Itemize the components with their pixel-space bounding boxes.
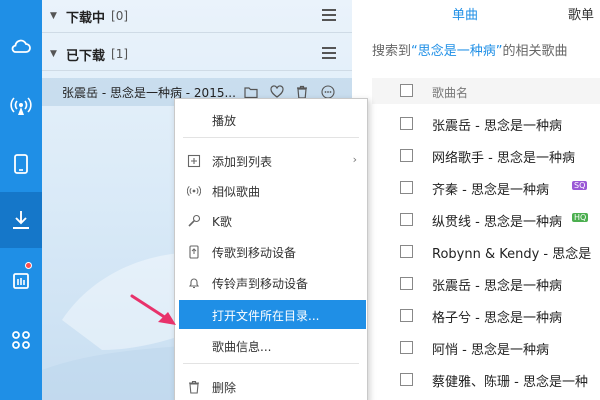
downloading-section-header[interactable]: ▼ 下载中 [0]: [42, 0, 352, 32]
add-box-icon: [187, 154, 201, 168]
microphone-icon: [188, 214, 201, 227]
quality-badge: SQ: [572, 181, 588, 190]
menu-item-label: 相似歌曲: [212, 185, 261, 199]
downloading-title: 下载中: [66, 10, 106, 26]
radio-icon[interactable]: [0, 252, 42, 308]
menu-item[interactable]: 相似歌曲: [175, 176, 367, 205]
grid-apps-icon[interactable]: [0, 312, 42, 368]
menu-item-label: 添加到列表: [212, 155, 273, 169]
more-options-icon[interactable]: [321, 85, 335, 99]
column-header-song-name: 歌曲名: [432, 86, 469, 100]
menu-item-label: K歌: [212, 215, 232, 229]
left-nav-rail: [0, 0, 42, 400]
menu-item-label: 传铃声到移动设备: [212, 277, 309, 291]
chevron-down-icon: ▼: [50, 11, 57, 21]
tab-songs[interactable]: 单曲: [452, 4, 478, 23]
song-checkbox[interactable]: [400, 373, 413, 386]
menu-item-label: 歌曲信息...: [212, 340, 272, 354]
menu-item[interactable]: K歌: [175, 206, 367, 235]
chevron-down-icon: ▼: [50, 49, 57, 59]
song-title: 纵贯线 - 思念是一种病: [432, 215, 562, 230]
trash-icon[interactable]: [295, 85, 309, 99]
song-checkbox[interactable]: [400, 181, 413, 194]
folder-icon[interactable]: [244, 85, 258, 99]
divider: [42, 32, 352, 33]
downloading-count: [0]: [111, 9, 129, 23]
device-upload-icon: [189, 245, 199, 259]
menu-item-label: 传歌到移动设备: [212, 246, 297, 260]
chevron-right-icon: ›: [352, 153, 357, 166]
song-checkbox[interactable]: [400, 213, 413, 226]
song-row[interactable]: 格子兮 - 思念是一种病: [372, 299, 600, 331]
song-title: 阿悄 - 思念是一种病: [432, 343, 549, 358]
song-title: 格子兮 - 思念是一种病: [432, 311, 562, 326]
song-row[interactable]: Robynn & Kendy - 思念是: [372, 235, 600, 267]
divider: [42, 70, 352, 71]
search-results-panel: 单曲 歌单 搜索到“思念是一种病”的相关歌曲 歌曲名 张震岳 - 思念是一种病网…: [352, 0, 600, 400]
song-row[interactable]: 蔡健雅、陈珊 - 思念是一种: [372, 363, 600, 395]
trash-icon: [189, 380, 199, 394]
phone-device-icon[interactable]: [0, 136, 42, 192]
song-checkbox[interactable]: [400, 117, 413, 130]
menu-item-label: 删除: [212, 381, 237, 395]
pointer-arrow-icon: [130, 294, 176, 325]
broadcast-icon[interactable]: [0, 78, 42, 134]
song-title: 齐秦 - 思念是一种病: [432, 183, 549, 198]
search-result-prefix: 搜索到: [372, 44, 412, 59]
song-checkbox[interactable]: [400, 309, 413, 322]
hamburger-menu-icon[interactable]: [322, 9, 336, 21]
select-all-checkbox[interactable]: [400, 84, 413, 97]
menu-item[interactable]: 添加到列表 ›: [175, 146, 367, 175]
search-keyword: “思念是一种病”: [411, 44, 503, 59]
song-row[interactable]: 张震岳 - 思念是一种病: [372, 267, 600, 299]
song-row[interactable]: 齐秦 - 思念是一种病 SQ: [372, 171, 600, 203]
tab-playlists[interactable]: 歌单: [568, 4, 594, 23]
menu-item[interactable]: 传铃声到移动设备: [175, 268, 367, 297]
search-result-summary: 搜索到“思念是一种病”的相关歌曲: [372, 40, 568, 59]
menu-item[interactable]: 传歌到移动设备: [175, 237, 367, 266]
radio-waves-icon: [187, 185, 201, 197]
song-row[interactable]: 纵贯线 - 思念是一种病 HQ: [372, 203, 600, 235]
download-icon[interactable]: [0, 192, 42, 248]
menu-item[interactable]: 删除: [175, 372, 367, 400]
song-checkbox[interactable]: [400, 277, 413, 290]
song-title: 张震岳 - 思念是一种病: [432, 119, 562, 134]
downloaded-section-header[interactable]: ▼ 已下载 [1]: [42, 38, 352, 70]
list-header: 歌曲名: [372, 78, 600, 104]
bell-icon: [188, 278, 200, 289]
notification-dot: [25, 262, 32, 269]
menu-separator: [183, 363, 359, 364]
song-checkbox[interactable]: [400, 245, 413, 258]
song-title: 蔡健雅、陈珊 - 思念是一种: [432, 375, 588, 390]
downloaded-title: 已下载: [66, 48, 106, 64]
downloaded-count: [1]: [111, 47, 129, 61]
menu-item[interactable]: 播放: [175, 105, 367, 134]
song-title: 张震岳 - 思念是一种病: [432, 279, 562, 294]
search-result-suffix: 的相关歌曲: [502, 44, 568, 59]
song-row[interactable]: 阿悄 - 思念是一种病: [372, 331, 600, 363]
song-title: 网络歌手 - 思念是一种病: [432, 151, 575, 166]
song-checkbox[interactable]: [400, 341, 413, 354]
menu-item-label: 播放: [212, 114, 237, 128]
hamburger-menu-icon[interactable]: [322, 47, 336, 59]
menu-separator: [183, 137, 359, 138]
menu-item[interactable]: 打开文件所在目录...: [179, 300, 366, 329]
quality-badge: HQ: [572, 213, 589, 222]
menu-item-label: 打开文件所在目录...: [212, 309, 320, 323]
context-menu: 播放添加到列表 › 相似歌曲 K歌传歌到移动设备 传铃声到移动设备 打开文件所在目录...…: [174, 98, 368, 400]
heart-icon[interactable]: [270, 85, 284, 99]
song-row[interactable]: 网络歌手 - 思念是一种病: [372, 139, 600, 171]
menu-item[interactable]: 歌曲信息...: [175, 331, 367, 360]
song-row[interactable]: 张震岳 - 思念是一种病: [372, 107, 600, 139]
cloud-icon[interactable]: [0, 18, 42, 74]
song-checkbox[interactable]: [400, 149, 413, 162]
song-title: Robynn & Kendy - 思念是: [432, 247, 592, 262]
